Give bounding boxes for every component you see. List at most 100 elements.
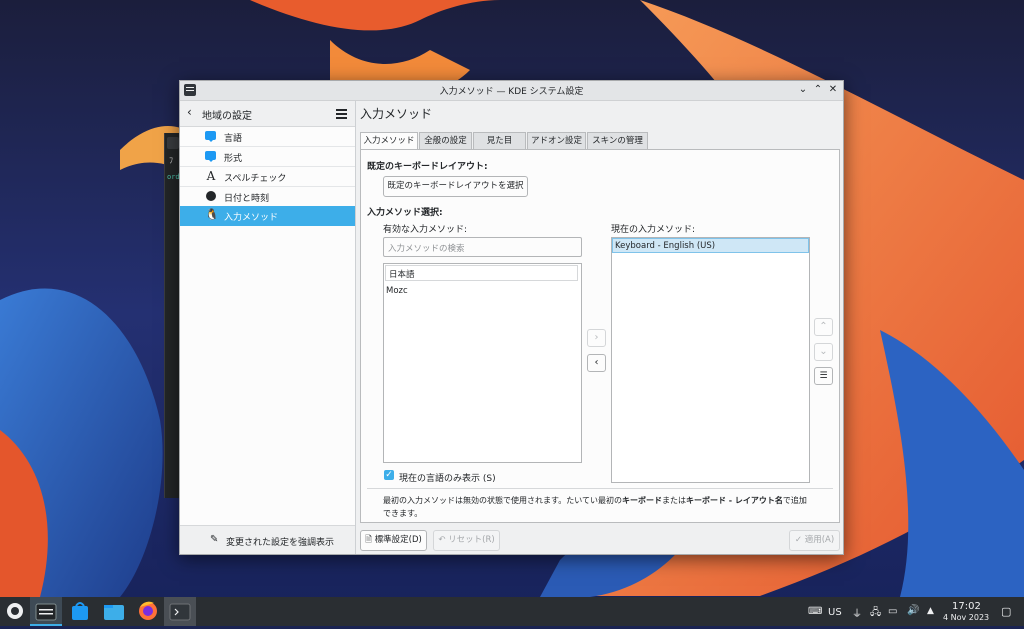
usb-icon[interactable]: ⏚ [852, 605, 862, 620]
sidebar-item-date-time[interactable]: 日付と時刻 [180, 187, 355, 207]
document-icon: 🗎 [365, 535, 372, 545]
sidebar-header: ‹ 地域の設定 [180, 101, 355, 127]
input-method-note: 最初の入力メソッドは無効の状態で使用されます。たいてい最初のキーボードまたはキー… [383, 494, 833, 520]
only-current-language-label: 現在の言語のみ表示 (S) [399, 474, 496, 484]
highlight-changed-settings-button[interactable]: ✎ 変更された設定を強調表示 [180, 525, 355, 554]
sidebar-item-label: 形式 [224, 154, 243, 164]
folder-icon [104, 605, 124, 620]
defaults-button-label: 標準設定(D) [374, 535, 422, 545]
current-methods-list[interactable]: Keyboard - English (US) [611, 237, 810, 483]
page-title: 入力メソッド [360, 107, 433, 121]
terminal-tab-text: ﾌ [169, 156, 173, 165]
note-text: で追加 [782, 496, 807, 505]
note-bold-keyboard: キーボード [621, 496, 662, 505]
task-discover[interactable] [64, 597, 96, 626]
sidebar-item-label: スペルチェック [224, 174, 287, 184]
volume-icon[interactable]: 🔊 [907, 605, 919, 616]
expand-tray-icon[interactable]: ▲ [927, 606, 934, 616]
apply-button[interactable]: ✓ 適用(A) [789, 530, 840, 551]
sidebar-item-spellcheck[interactable]: A スペルチェック [180, 167, 355, 187]
sidebar-item-label: 言語 [224, 134, 243, 144]
task-firefox[interactable] [132, 597, 164, 626]
clock-time[interactable]: 17:02 [952, 601, 981, 612]
tab-input-method[interactable]: 入力メソッド [360, 132, 418, 150]
input-method-panel: 既定のキーボードレイアウト: 既定のキーボードレイアウトを選択 入力メソッド選択… [360, 149, 840, 523]
note-text: 最初の入力メソッドは無効の状態で使用されます。たいてい最初の [383, 496, 622, 505]
note-text: できます。 [383, 509, 423, 518]
speech-bubble-icon [205, 131, 216, 142]
minimize-button[interactable]: ⌄ [796, 83, 810, 97]
penguin-icon: 🐧 [205, 208, 219, 221]
task-file-manager[interactable] [98, 597, 130, 626]
sidebar-category-title: 地域の設定 [202, 111, 252, 122]
sidebar-item-formats[interactable]: 形式 [180, 147, 355, 167]
clock-icon [206, 191, 216, 201]
task-system-settings[interactable] [30, 597, 62, 626]
remove-method-button[interactable]: ‹ [587, 354, 606, 372]
tab-addon-settings[interactable]: アドオン設定 [527, 132, 586, 149]
pencil-icon: ✎ [210, 534, 219, 545]
terminal-icon [169, 603, 191, 621]
sidebar-item-language[interactable]: 言語 [180, 127, 355, 147]
application-launcher[interactable] [0, 597, 32, 626]
shopping-bag-icon [72, 602, 88, 620]
input-method-search-field[interactable]: 入力メソッドの検索 [383, 237, 582, 257]
speech-bubble-icon [205, 151, 216, 162]
sidebar-item-input-method[interactable]: 🐧 入力メソッド [180, 206, 355, 226]
apply-button-label: 適用(A) [804, 535, 835, 545]
maximize-button[interactable]: ⌃ [811, 83, 825, 97]
spellcheck-icon: A [206, 169, 216, 183]
window-titlebar[interactable]: 入力メソッド — KDE システム設定 ⌄ ⌃ ✕ [180, 81, 843, 101]
add-method-button[interactable]: › [587, 329, 606, 347]
move-down-button[interactable]: ⌄ [814, 343, 833, 361]
reset-button[interactable]: ↶ リセット(R) [433, 530, 500, 551]
window-title: 入力メソッド — KDE システム設定 [439, 87, 584, 97]
kde-launcher-icon [7, 603, 23, 619]
taskbar: ⌨ US ⏚ 🖧 ▭ 🔊 ▲ 17:02 4 Nov 2023 ▢ [0, 597, 1024, 626]
list-item[interactable]: Mozc [386, 286, 408, 296]
highlight-changed-settings-label: 変更された設定を強調表示 [226, 538, 335, 548]
sidebar-item-label: 日付と時刻 [224, 194, 270, 204]
move-up-button[interactable]: ⌃ [814, 318, 833, 336]
list-item-label: 日本語 [389, 270, 415, 280]
note-text: または [661, 496, 686, 505]
list-item-label: Mozc [386, 286, 408, 296]
close-button[interactable]: ✕ [826, 83, 840, 97]
system-settings-window: 入力メソッド — KDE システム設定 ⌄ ⌃ ✕ ‹ 地域の設定 言語 形式 … [179, 80, 844, 555]
task-terminal[interactable] [164, 597, 196, 626]
main-pane: 入力メソッド 入力メソッド 全般の設定 見た目 アドオン設定 スキンの管理 既定… [356, 101, 843, 554]
defaults-button[interactable]: 🗎 標準設定(D) [360, 530, 427, 551]
tab-appearance[interactable]: 見た目 [473, 132, 526, 149]
keyboard-layout-indicator[interactable]: US [828, 607, 842, 618]
sidebar: ‹ 地域の設定 言語 形式 A スペルチェック 日付と時刻 🐧 入力メソッド ✎… [180, 101, 356, 554]
list-item-label: Keyboard - English (US) [615, 241, 716, 251]
undo-icon: ↶ [438, 535, 446, 545]
back-arrow-icon[interactable]: ‹ [187, 106, 192, 118]
tab-general-settings[interactable]: 全般の設定 [419, 132, 472, 149]
input-method-select-heading: 入力メソッド選択: [367, 208, 443, 218]
current-methods-label: 現在の入力メソッド: [611, 225, 696, 235]
default-layout-heading: 既定のキーボードレイアウト: [367, 162, 488, 172]
reset-button-label: リセット(R) [448, 535, 495, 545]
list-item[interactable]: Keyboard - English (US) [612, 238, 809, 253]
terminal-icon [167, 137, 179, 149]
firefox-icon [139, 601, 157, 620]
checkmark-icon: ✓ [794, 535, 802, 545]
configure-method-button[interactable]: ☰ [814, 367, 833, 385]
keyboard-icon[interactable]: ⌨ [808, 606, 822, 617]
battery-icon[interactable]: ▭ [888, 606, 897, 617]
clock-date[interactable]: 4 Nov 2023 [943, 613, 989, 622]
tab-skin-management[interactable]: スキンの管理 [587, 132, 648, 149]
network-icon[interactable]: 🖧 [870, 605, 881, 622]
only-current-language-checkbox[interactable]: ✓ [384, 470, 394, 480]
list-item[interactable]: 日本語 [385, 265, 578, 281]
hamburger-menu-icon[interactable] [336, 109, 347, 119]
divider [367, 488, 833, 489]
terminal-prompt-text: ord [167, 173, 180, 181]
show-desktop-icon[interactable]: ▢ [1001, 605, 1011, 618]
available-methods-list[interactable]: 日本語 Mozc [383, 263, 582, 463]
select-default-layout-button[interactable]: 既定のキーボードレイアウトを選択 [383, 176, 528, 197]
available-methods-label: 有効な入力メソッド: [383, 225, 468, 235]
sidebar-item-label: 入力メソッド [224, 213, 279, 223]
system-settings-icon [35, 603, 57, 621]
